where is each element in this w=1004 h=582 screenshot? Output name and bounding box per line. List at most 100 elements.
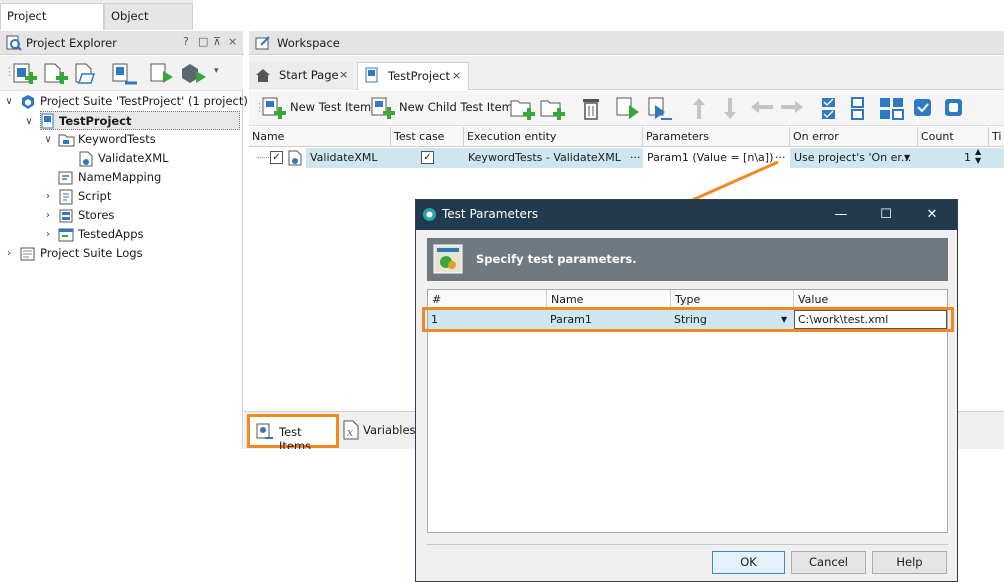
float-icon[interactable]: □ <box>198 35 208 48</box>
close-icon[interactable]: ✕ <box>912 203 952 227</box>
chevron-down-icon[interactable]: ∨ <box>43 130 53 149</box>
logs-icon <box>20 247 35 261</box>
new-test-item-button[interactable]: New Test Item <box>290 100 371 114</box>
add-child-group-icon[interactable] <box>540 97 566 121</box>
column-count[interactable]: Count <box>918 127 989 147</box>
column-timeout[interactable]: Ti <box>989 127 1004 147</box>
dropdown-arrow-icon[interactable]: ▾ <box>214 66 219 76</box>
column-execution-entity[interactable]: Execution entity <box>464 127 643 147</box>
chevron-right-icon[interactable]: › <box>43 206 53 225</box>
tree-item-project-suite-logs[interactable]: › Project Suite Logs <box>0 244 243 263</box>
pin-icon[interactable]: ⊼ <box>213 35 221 48</box>
uncheck-all-icon[interactable] <box>850 96 866 121</box>
add-project-icon[interactable] <box>12 62 38 86</box>
column-parameters[interactable]: Parameters <box>643 127 790 147</box>
column-test-case[interactable]: Test case <box>391 127 464 147</box>
tab-start-page[interactable]: Start Page × <box>249 62 353 90</box>
home-icon <box>256 69 270 82</box>
ellipsis-button[interactable]: ··· <box>630 148 641 167</box>
run-project-icon[interactable] <box>149 62 175 86</box>
move-left-icon[interactable] <box>749 99 775 115</box>
tree-item-namemapping[interactable]: NameMapping <box>0 168 243 187</box>
uncheck-selected-icon[interactable] <box>944 97 964 119</box>
test-items-icon <box>256 423 273 439</box>
tree-label: TestedApps <box>78 227 144 241</box>
tree-item-keywordtests[interactable]: ∨ KeywordTests <box>0 130 243 149</box>
cell-name[interactable]: ValidateXML <box>306 148 391 168</box>
new-child-test-item-icon[interactable] <box>370 96 396 121</box>
dialog-title: Test Parameters <box>442 207 539 221</box>
add-item-icon[interactable] <box>43 62 69 86</box>
tab-label: TestProject <box>388 69 450 83</box>
tree-label: Project Suite Logs <box>40 246 143 260</box>
tree-label: TestProject <box>59 114 132 128</box>
ok-button[interactable]: OK <box>712 551 785 574</box>
tree-item-testproject[interactable]: TestProject <box>40 111 240 130</box>
cell-on-error[interactable]: Use project's 'On er... ▼ <box>790 148 918 168</box>
spinner-icon[interactable]: ▲ ▼ <box>975 148 981 165</box>
close-tab-icon[interactable]: × <box>452 63 461 89</box>
execution-entity-text: KeywordTests - ValidateXML <box>468 151 621 164</box>
cell-test-case[interactable]: ✓ <box>391 148 464 168</box>
column-on-error[interactable]: On error <box>790 127 918 147</box>
script-icon <box>59 189 73 205</box>
tree-label: Project Suite 'TestProject' (1 project) <box>40 94 248 108</box>
workspace-icon <box>255 36 270 50</box>
test-case-checkbox[interactable]: ✓ <box>421 151 434 164</box>
enabled-checkbox[interactable]: ✓ <box>270 151 283 164</box>
help-button[interactable]: Help <box>872 551 947 574</box>
chevron-down-icon[interactable]: ∨ <box>4 92 14 111</box>
delete-icon[interactable] <box>580 96 602 121</box>
column-name[interactable]: Name <box>249 127 391 147</box>
keyword-tests-folder-icon <box>58 134 75 147</box>
move-right-icon[interactable] <box>779 99 805 115</box>
add-existing-item-icon[interactable] <box>74 62 100 86</box>
test-parameters-dialog: Test Parameters — ☐ ✕ Specify test param… <box>415 199 958 582</box>
new-child-test-item-button[interactable]: New Child Test Item <box>399 100 513 114</box>
tree-item-project-suite[interactable]: ∨ Project Suite 'TestProject' (1 project… <box>0 92 248 111</box>
keyword-test-icon <box>79 151 93 167</box>
project-icon <box>41 113 54 129</box>
minimize-icon[interactable]: — <box>821 203 861 227</box>
dropdown-arrow-icon[interactable]: ▼ <box>904 148 910 167</box>
tree-item-testedapps[interactable]: › TestedApps <box>0 225 243 244</box>
table-row[interactable]: ✓ ValidateXML ✓ KeywordTests - ValidateX… <box>249 148 1004 168</box>
project-explorer-title: Project Explorer <box>26 36 117 50</box>
tree-item-validatexml[interactable]: ValidateXML <box>0 149 243 168</box>
check-group-icon[interactable] <box>879 96 905 121</box>
tab-variables[interactable]: x Variables <box>340 418 416 444</box>
cancel-button[interactable]: Cancel <box>791 551 866 574</box>
tree-item-script[interactable]: › Script <box>0 187 243 206</box>
move-up-icon[interactable] <box>691 96 707 121</box>
tab-testproject[interactable]: TestProject × <box>357 62 469 90</box>
run-project-suite-icon[interactable] <box>111 62 139 86</box>
cell-count[interactable]: 1 ▲ ▼ <box>918 148 989 168</box>
run-selected-icon[interactable] <box>180 62 208 86</box>
dialog-titlebar[interactable]: Test Parameters — ☐ ✕ <box>416 200 957 230</box>
tree-label: ValidateXML <box>98 151 169 165</box>
workspace-header: Workspace <box>249 31 1004 55</box>
close-icon[interactable]: × <box>228 35 237 48</box>
tab-object-browser[interactable]: Object Browser <box>104 3 193 48</box>
run-test-item-icon[interactable] <box>615 96 641 121</box>
run-to-item-icon[interactable] <box>647 96 673 121</box>
cell-timeout[interactable] <box>989 148 1004 168</box>
move-down-icon[interactable] <box>722 96 738 121</box>
chevron-right-icon[interactable]: › <box>43 187 53 206</box>
maximize-icon[interactable]: ☐ <box>866 203 906 227</box>
check-all-icon[interactable] <box>821 96 837 121</box>
check-selected-icon[interactable] <box>913 97 933 119</box>
add-group-icon[interactable] <box>510 97 536 121</box>
close-tab-icon[interactable]: × <box>339 62 348 88</box>
cell-execution-entity[interactable]: KeywordTests - ValidateXML ··· <box>464 148 643 168</box>
chevron-right-icon[interactable]: › <box>43 225 53 244</box>
tree-item-stores[interactable]: › Stores <box>0 206 243 225</box>
chevron-right-icon[interactable]: › <box>4 244 14 263</box>
tab-label: Variables <box>363 423 416 437</box>
tab-test-items[interactable]: Test Items <box>247 414 339 453</box>
chevron-down-icon[interactable]: ∨ <box>24 112 34 131</box>
help-icon[interactable]: ? <box>183 35 189 48</box>
tab-project-workspace[interactable]: Project Workspace <box>0 3 104 48</box>
new-test-item-icon[interactable] <box>261 96 287 121</box>
keyword-test-icon <box>288 150 302 166</box>
